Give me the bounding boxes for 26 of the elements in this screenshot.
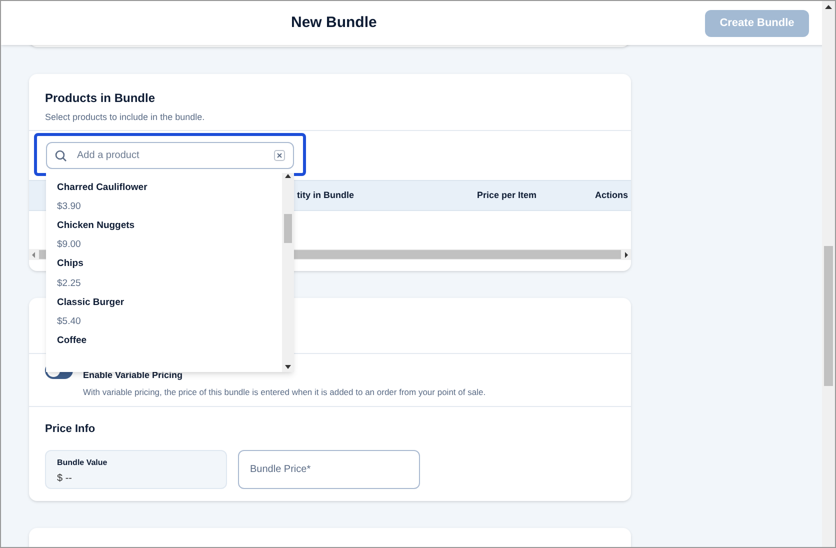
- scroll-up-icon[interactable]: [285, 174, 291, 178]
- vertical-scrollbar[interactable]: [282, 173, 294, 372]
- product-option[interactable]: Chicken Nuggets $9.00: [57, 219, 282, 258]
- page-scrollbar[interactable]: [822, 1, 835, 547]
- search-field[interactable]: Add a product: [46, 142, 294, 169]
- product-option[interactable]: Classic Burger $5.40: [57, 296, 282, 334]
- column-header: Actions: [595, 188, 628, 202]
- toggle-label: Enable Variable Pricing: [83, 369, 184, 382]
- product-option[interactable]: Chips $2.25: [57, 257, 282, 296]
- bundle-value-field: Bundle Value $ --: [45, 450, 227, 488]
- scroll-up-icon[interactable]: [825, 5, 832, 9]
- section-title: Price Info: [45, 422, 96, 437]
- scroll-down-icon[interactable]: [285, 365, 291, 369]
- page-title: New Bundle: [291, 12, 377, 33]
- toggle-description: With variable pricing, the price of this bundle is entered when it is added to an order from your point of sale.: [83, 386, 486, 398]
- product-option[interactable]: Coffee: [57, 334, 282, 372]
- column-header: tity in Bundle: [297, 188, 355, 202]
- product-option[interactable]: Charred Cauliflower $3.90: [57, 181, 282, 220]
- scrollbar-thumb[interactable]: [824, 246, 833, 386]
- card-subtitle: Select products to include in the bundle.: [45, 111, 206, 124]
- card-title: Products in Bundle: [45, 90, 156, 107]
- search-icon: [55, 150, 67, 162]
- bundle-price-field[interactable]: Bundle Price*: [238, 450, 420, 488]
- clear-icon[interactable]: [274, 150, 285, 161]
- scrollbar-thumb[interactable]: [284, 214, 292, 243]
- column-header: Price per Item: [477, 188, 538, 202]
